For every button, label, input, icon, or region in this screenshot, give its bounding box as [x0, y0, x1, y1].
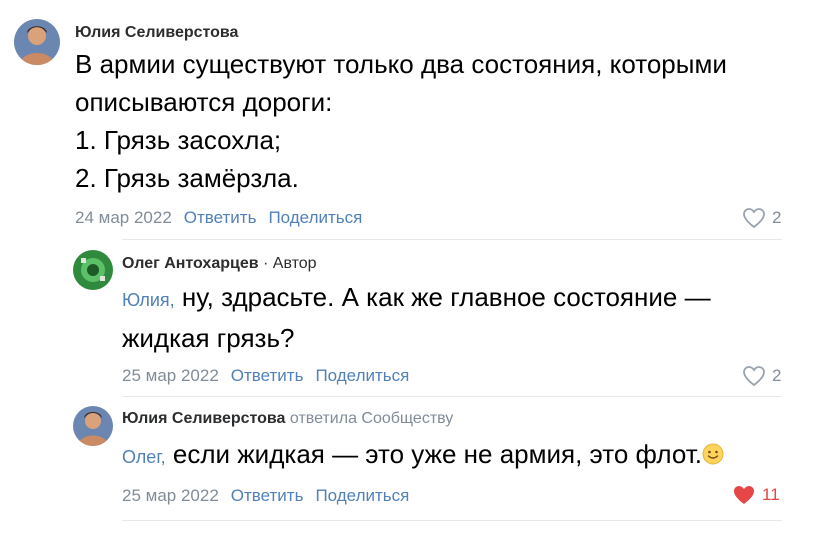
comment-line: В армии существуют только два состояния,…	[75, 49, 727, 79]
comment-line: Олег, если жидкая — это уже не армия, эт…	[122, 435, 812, 476]
like-button[interactable]: 2	[742, 365, 781, 387]
divider	[122, 396, 782, 397]
comment-line: жидкая грязь?	[122, 323, 295, 353]
author-name-text[interactable]: Олег Антохарцев	[122, 255, 259, 272]
heart-filled-icon	[734, 486, 754, 504]
author-name[interactable]: Олег Антохарцев · Автор	[122, 255, 317, 273]
like-count: 11	[762, 485, 780, 504]
comment-meta: 25 мар 2022 Ответить Поделиться	[122, 486, 409, 506]
mention-link[interactable]: Юлия,	[122, 290, 175, 310]
mention-link[interactable]: Олег,	[122, 447, 166, 467]
comment-line-text: ну, здрасьте. А как же главное состояние…	[174, 282, 711, 312]
comment-date[interactable]: 25 мар 2022	[122, 366, 219, 385]
author-name[interactable]: Юлия Селиверстова ответила Сообществу	[122, 410, 453, 428]
reply-note[interactable]: ответила Сообществу	[290, 410, 453, 427]
like-button[interactable]: 11	[732, 484, 780, 506]
comment-date[interactable]: 25 мар 2022	[122, 486, 219, 505]
divider	[122, 520, 782, 521]
comment-date[interactable]: 24 мар 2022	[75, 208, 172, 227]
share-button[interactable]: Поделиться	[315, 366, 409, 385]
comment-text: Олег, если жидкая — это уже не армия, эт…	[122, 435, 812, 476]
like-button[interactable]: 2	[742, 207, 781, 229]
like-count: 2	[772, 208, 782, 227]
smile-emoji-icon	[702, 437, 724, 475]
author-badge: · Автор	[263, 255, 317, 272]
comment-line: 2. Грязь замёрзла.	[75, 163, 299, 193]
comment-text: В армии существуют только два состояния,…	[75, 45, 815, 197]
share-button[interactable]: Поделиться	[315, 486, 409, 505]
reply-button[interactable]: Ответить	[231, 366, 304, 385]
comment-line: описываются дороги:	[75, 87, 333, 117]
avatar[interactable]	[73, 406, 113, 446]
heart-icon	[743, 366, 765, 387]
comment-meta: 25 мар 2022 Ответить Поделиться	[122, 366, 409, 386]
author-name-text[interactable]: Юлия Селиверстова	[122, 410, 285, 427]
author-name[interactable]: Юлия Селиверстова	[75, 24, 238, 42]
comment-line-text: если жидкая — это уже не армия, это флот…	[165, 439, 702, 469]
reply-button[interactable]: Ответить	[184, 208, 257, 227]
like-count: 2	[772, 366, 782, 385]
divider	[122, 239, 782, 240]
heart-icon	[743, 208, 765, 229]
share-button[interactable]: Поделиться	[268, 208, 362, 227]
reply-button[interactable]: Ответить	[231, 486, 304, 505]
avatar[interactable]	[73, 250, 113, 290]
comment-meta: 24 мар 2022 Ответить Поделиться	[75, 208, 362, 228]
comment-text: Юлия, ну, здрасьте. А как же главное сос…	[122, 278, 802, 357]
comment-line: Юлия, ну, здрасьте. А как же главное сос…	[122, 278, 802, 319]
avatar[interactable]	[14, 19, 60, 65]
comment-line: 1. Грязь засохла;	[75, 125, 282, 155]
